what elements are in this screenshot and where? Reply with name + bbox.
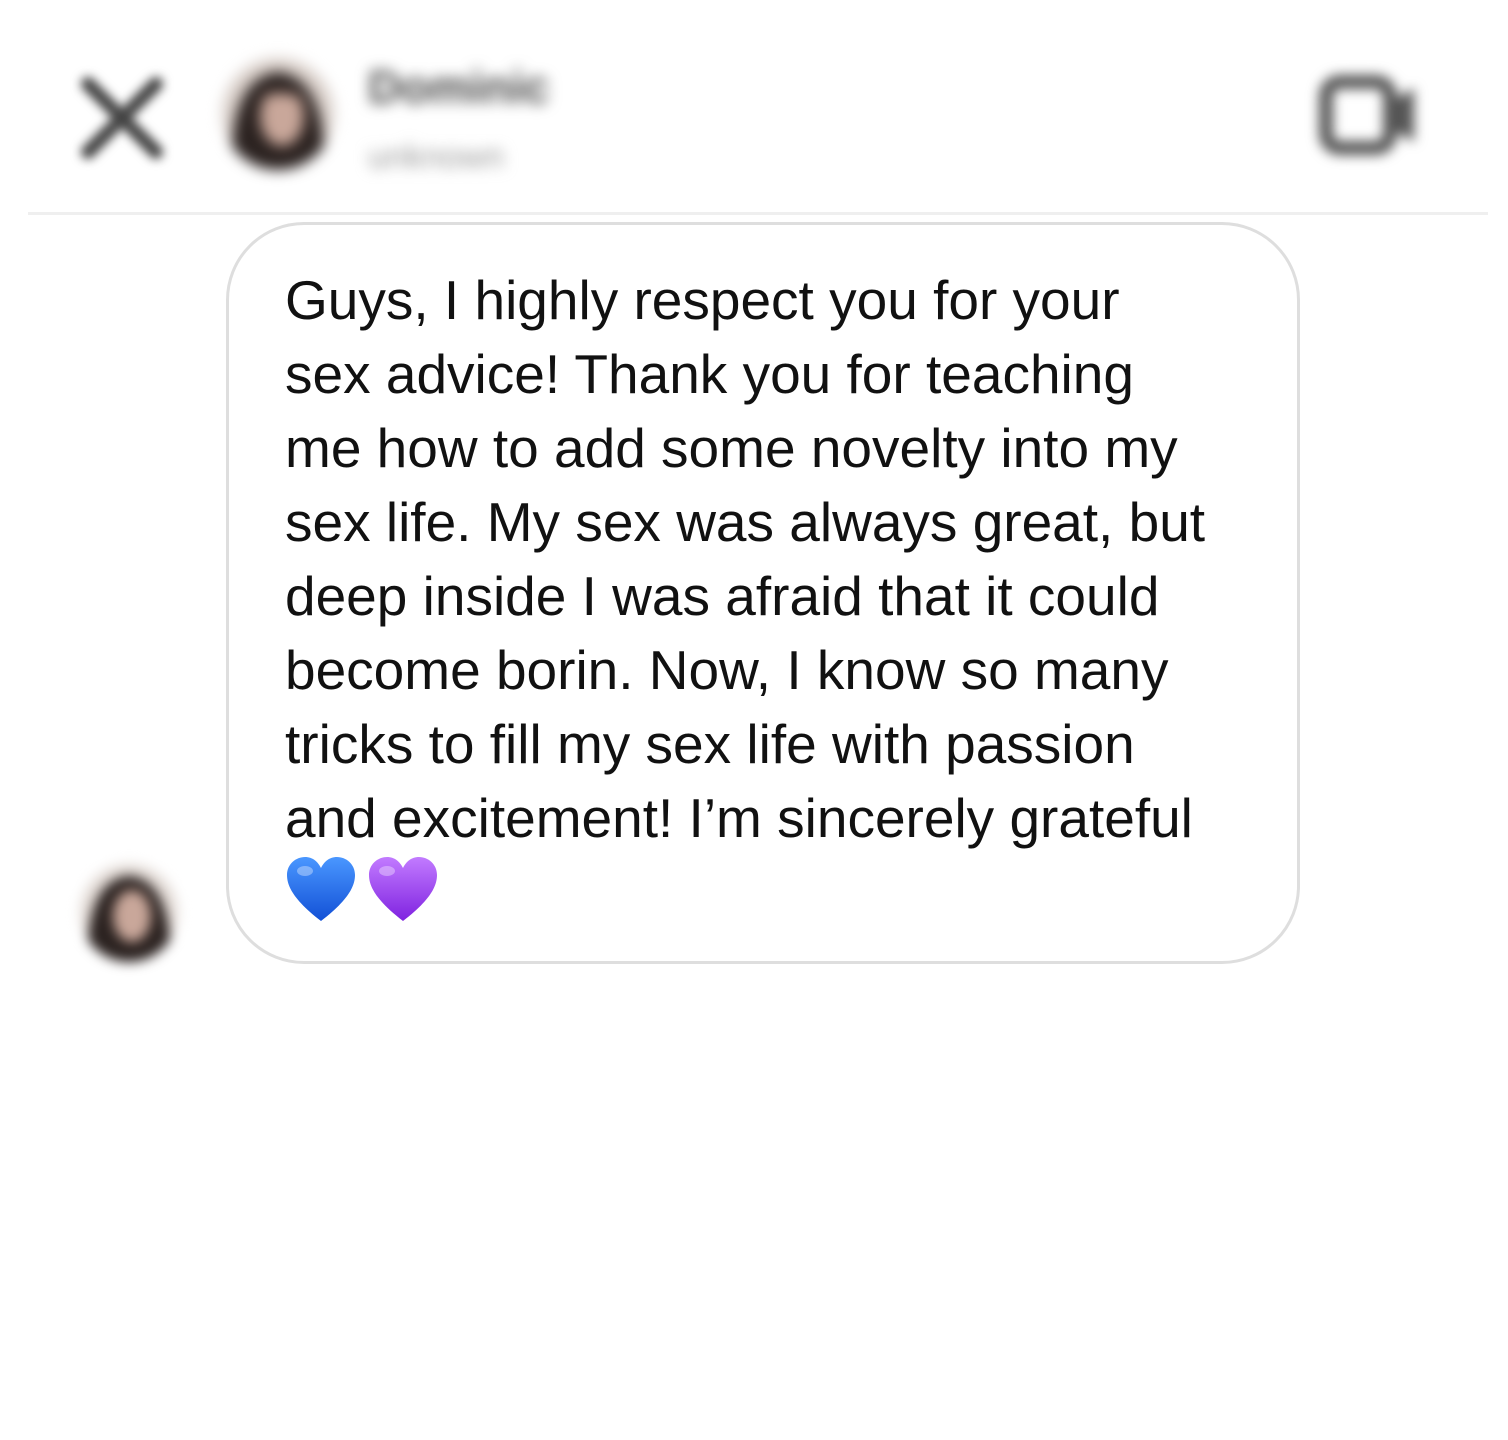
message-line: me how to add some novelty into my: [285, 417, 1178, 479]
message-line: and excitement! I’m sincerely grateful: [285, 787, 1193, 849]
video-camera-icon: [1319, 75, 1414, 155]
contact-avatar[interactable]: [222, 58, 334, 170]
purple-heart-icon: [369, 857, 437, 921]
message-bubble[interactable]: Guys, I highly respect you for your sex …: [226, 222, 1300, 964]
blue-heart-icon: [287, 857, 355, 921]
message-line: become borin. Now, I know so many: [285, 639, 1169, 701]
message-line: deep inside I was afraid that it could: [285, 565, 1160, 627]
header-divider: [28, 212, 1488, 215]
message-text: Guys, I highly respect you for your sex …: [285, 263, 1285, 855]
message-line: sex advice! Thank you for teaching: [285, 343, 1134, 405]
message-line: sex life. My sex was always great, but: [285, 491, 1206, 553]
close-icon: [81, 77, 163, 159]
close-button[interactable]: [72, 68, 172, 168]
chat-header: Dominic unknown: [0, 0, 1508, 214]
sender-avatar[interactable]: [80, 864, 178, 962]
contact-status: unknown: [368, 138, 505, 176]
message-line: tricks to fill my sex life with passion: [285, 713, 1135, 775]
contact-name[interactable]: Dominic: [368, 60, 549, 114]
video-call-button[interactable]: [1318, 70, 1422, 160]
message-line: Guys, I highly respect you for your: [285, 269, 1120, 331]
